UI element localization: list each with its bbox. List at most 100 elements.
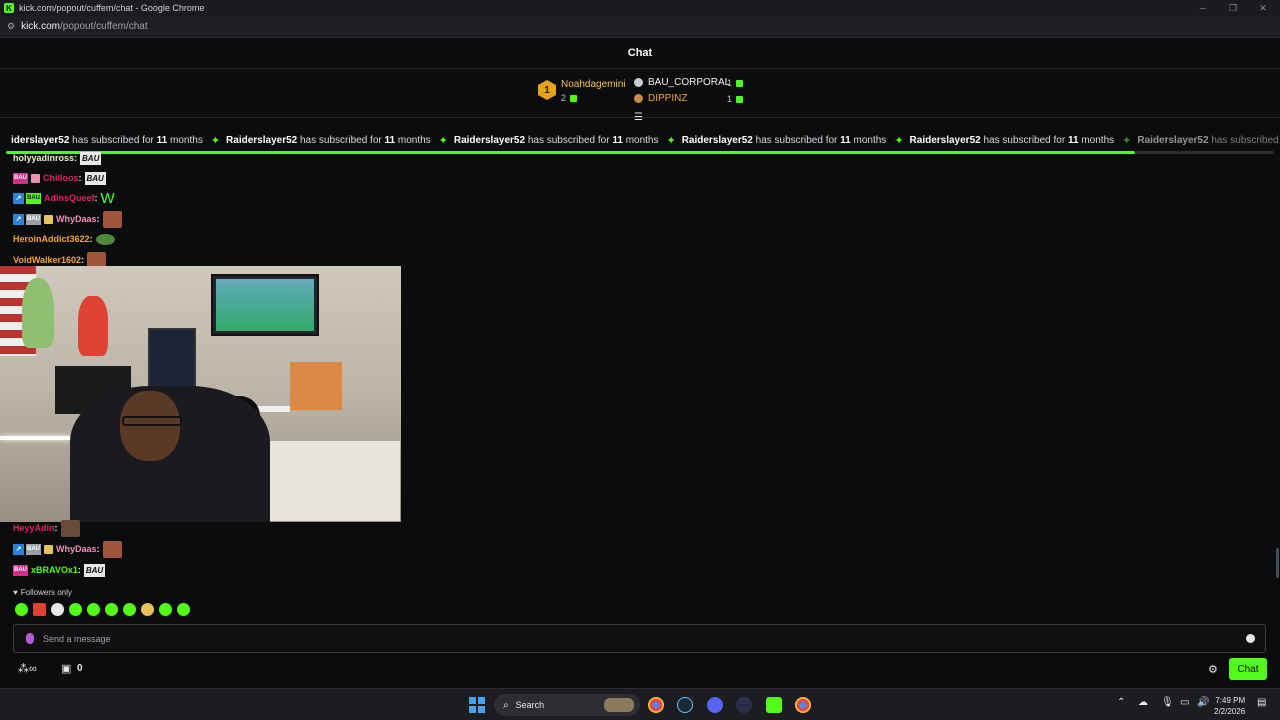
channel-points-icon[interactable]: ⁂∞: [18, 662, 37, 675]
chrome-icon[interactable]: [648, 697, 664, 713]
leaderboard-second[interactable]: BAU_CORPORAL 1: [634, 77, 744, 88]
taskbar-search[interactable]: ⌕ Search: [494, 694, 640, 716]
discord-icon[interactable]: [707, 697, 723, 713]
chat-message[interactable]: BAU Chilloos: BAU: [13, 168, 106, 188]
ticker-item: ✦ Raiderslayer52 has subscribed for 11 mo…: [666, 134, 887, 147]
search-icon: ⌕: [503, 699, 509, 711]
subscriber-badge-icon: ↗: [13, 213, 24, 225]
kick-app-icon[interactable]: [766, 697, 782, 713]
streamer-glasses: [122, 416, 182, 426]
kick-emote-icon[interactable]: [123, 603, 136, 616]
quick-emote-row: [15, 603, 190, 616]
leaderboard-third[interactable]: DIPPINZ 1: [634, 93, 744, 104]
chat-username[interactable]: WhyDaas: [56, 214, 97, 224]
subscriber-badge-icon: ↗: [13, 543, 24, 555]
collapse-leaderboard-icon[interactable]: ☰: [634, 112, 643, 123]
chat-mode-indicator: ♥ Followers only: [13, 588, 72, 597]
kick-emote-icon[interactable]: [69, 603, 82, 616]
onedrive-icon[interactable]: ☁: [1138, 697, 1148, 708]
leaderboard-first[interactable]: 1 Noahdagemini 2: [538, 79, 626, 103]
chat-message[interactable]: BAU xBRAVOx1: BAU: [13, 560, 106, 580]
kick-favicon-icon: K: [4, 3, 14, 13]
microphone-icon[interactable]: [26, 633, 34, 644]
site-settings-icon[interactable]: ⚙: [7, 21, 15, 32]
sparkle-icon: ✦: [894, 134, 904, 147]
chrome-active-icon[interactable]: [795, 697, 811, 713]
url-path: /popout/cuffem/chat: [59, 21, 148, 32]
chat-username[interactable]: holyyadinross: [13, 153, 74, 163]
search-highlight-image: [604, 698, 634, 712]
mario-plush: [78, 296, 108, 356]
ticker-item: ✦ Raiderslayer52 has subscribed for 11 mo…: [438, 134, 659, 147]
w-emote: W: [100, 189, 115, 207]
gift-leaderboard: 1 Noahdagemini 2 BAU_CORPORAL 1 DIPPINZ …: [0, 70, 1280, 118]
chat-username[interactable]: HeyyAdin: [13, 523, 55, 533]
leaderboard-first-count: 2: [561, 93, 578, 103]
chat-settings-icon[interactable]: ⚙: [1208, 663, 1218, 676]
chat-message[interactable]: ↗ BAU WhyDaas:: [13, 209, 122, 229]
kick-emote-icon[interactable]: [105, 603, 118, 616]
kick-emote-icon[interactable]: [15, 603, 28, 616]
taskbar-clock[interactable]: 7:49 PM 2/2/2026: [1214, 695, 1245, 717]
bau-emote: BAU: [83, 563, 106, 577]
chat-username[interactable]: AdinsQueef: [44, 193, 95, 203]
kick-emote-icon[interactable]: [87, 603, 100, 616]
wall-tv: [211, 274, 319, 336]
chat-message[interactable]: ↗ BAU AdinsQueef: W: [13, 188, 115, 208]
chat-username[interactable]: HeroinAddict3622: [13, 234, 90, 244]
chat-footer: ⁂∞ ▣ 0: [0, 656, 1280, 684]
bau-badge-icon: BAU: [26, 213, 41, 225]
emote-icon[interactable]: [33, 603, 46, 616]
gold-rank-icon: 1: [538, 80, 556, 100]
sparkle-icon: ✦: [666, 134, 676, 147]
send-chat-button[interactable]: Chat: [1229, 658, 1267, 680]
pepe-emote: [95, 233, 115, 245]
network-icon[interactable]: ▭: [1180, 697, 1189, 708]
emote-icon[interactable]: [141, 603, 154, 616]
emote-picker-icon[interactable]: [1246, 634, 1255, 643]
kick-emote-icon[interactable]: [177, 603, 190, 616]
windows-start-icon[interactable]: [469, 697, 485, 713]
steam-icon[interactable]: [677, 697, 693, 713]
restore-icon[interactable]: ❐: [1218, 0, 1248, 16]
subscriber-badge-icon: ↗: [13, 192, 24, 204]
chat-username[interactable]: Chilloos: [43, 173, 79, 183]
bau-badge-icon: BAU: [26, 543, 41, 555]
sparkle-icon: ✦: [438, 134, 448, 147]
app-icon[interactable]: [736, 697, 752, 713]
chat-message[interactable]: holyyadinross: BAU: [13, 148, 102, 168]
notifications-icon[interactable]: ▤: [1257, 697, 1266, 708]
gift-icon: [736, 79, 744, 87]
emote-icon[interactable]: [51, 603, 64, 616]
message-input[interactable]: Send a message: [13, 624, 1266, 653]
wall-poster: [148, 328, 196, 388]
subscription-ticker: iderslayer52 has subscribed for 11 month…: [0, 131, 1280, 149]
chat-scrollbar[interactable]: [1276, 548, 1279, 578]
address-bar[interactable]: ⚙ kick.com/popout/cuffem/chat: [0, 16, 1280, 38]
close-icon[interactable]: ✕: [1248, 0, 1278, 16]
mic-tray-icon[interactable]: 🎙: [1161, 697, 1174, 708]
gift-badge-icon: [44, 214, 53, 224]
ticker-item: ✦Raiderslayer52 has subscribed for: [1122, 134, 1280, 147]
minimize-icon[interactable]: ─: [1188, 0, 1218, 16]
chat-message[interactable]: HeyyAdin:: [13, 518, 80, 538]
chat-message[interactable]: HeroinAddict3622:: [13, 229, 115, 249]
blanket: [270, 441, 400, 521]
gift-badge-icon: [44, 544, 53, 554]
volume-icon[interactable]: 🔊: [1197, 697, 1209, 708]
points-count: 0: [77, 663, 83, 674]
tray-chevron-icon[interactable]: ⌃: [1117, 697, 1125, 708]
stream-video-popup[interactable]: [0, 266, 401, 522]
leaderboard-first-name: Noahdagemini: [561, 79, 626, 90]
heart-icon: ♥: [13, 588, 18, 597]
wall-poster: [290, 362, 342, 410]
gift-icon[interactable]: ▣: [61, 662, 71, 675]
chat-username[interactable]: WhyDaas: [56, 544, 97, 554]
chat-username[interactable]: xBRAVOx1: [31, 565, 78, 575]
chat-message[interactable]: ↗ BAU WhyDaas:: [13, 539, 122, 559]
chat-username[interactable]: VoidWalker1602: [13, 255, 81, 265]
sparkle-icon: ✦: [1122, 134, 1132, 147]
image-emote: [60, 519, 80, 537]
kick-emote-icon[interactable]: [159, 603, 172, 616]
bau-badge-icon: BAU: [13, 564, 28, 576]
